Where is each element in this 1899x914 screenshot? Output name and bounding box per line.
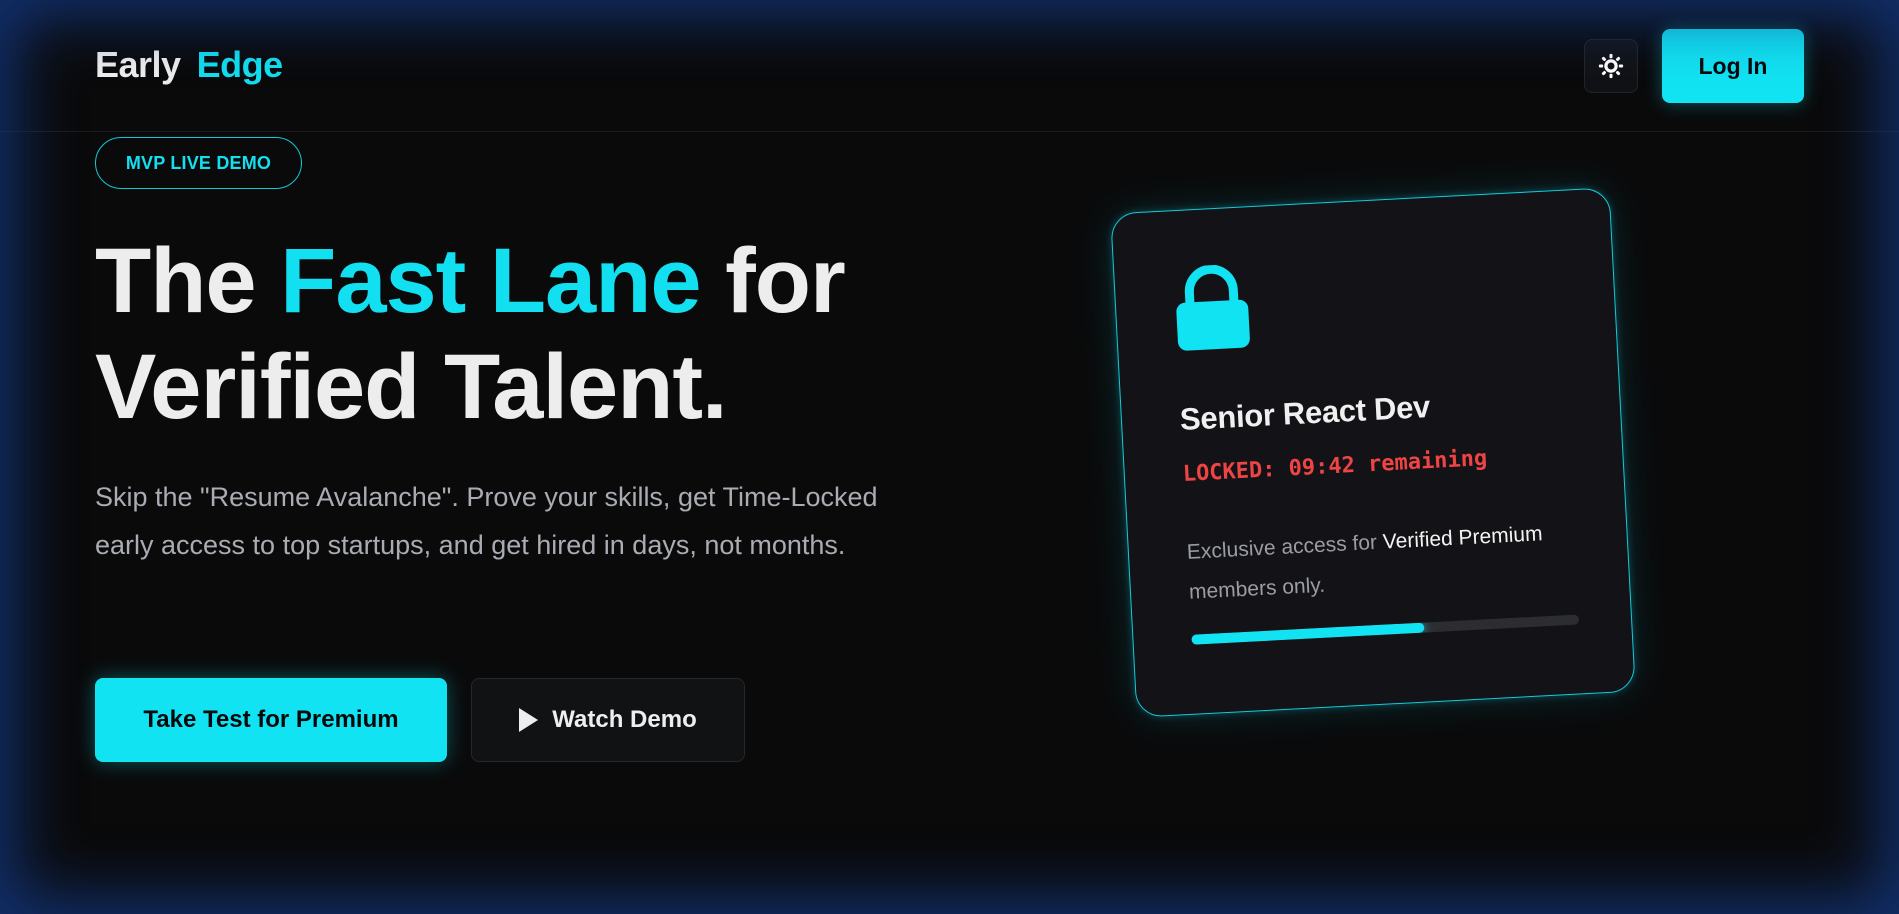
headline-line2: Verified Talent. [95, 336, 728, 438]
lock-progress-fill [1191, 622, 1425, 645]
desc-suffix: members only. [1188, 573, 1326, 604]
logo-word-early: Early [95, 44, 181, 85]
watch-demo-label: Watch Demo [552, 706, 697, 733]
desc-highlight: Verified Premium [1382, 522, 1544, 554]
sun-icon [1598, 53, 1624, 79]
job-card[interactable]: Senior React Dev LOCKED: 09:42 remaining… [1110, 187, 1636, 718]
hero-headline: The Fast Lane for Verified Talent. [95, 228, 846, 440]
take-test-button[interactable]: Take Test for Premium [95, 678, 447, 762]
status-badge: MVP LIVE DEMO [95, 137, 302, 189]
logo-word-edge: Edge [196, 44, 284, 85]
lock-countdown: LOCKED: 09:42 remaining [1182, 446, 1488, 487]
job-title: Senior React Dev [1179, 388, 1431, 438]
page: Early Edge Log In MVP LIVE DEMO The Fast… [0, 0, 1899, 914]
lock-icon [1176, 264, 1250, 351]
lock-progress-bar [1191, 614, 1580, 645]
play-icon [519, 708, 539, 732]
watch-demo-button[interactable]: Watch Demo [471, 678, 745, 762]
headline-accent: Fast Lane [280, 230, 701, 332]
logo[interactable]: Early Edge [95, 44, 283, 86]
login-button[interactable]: Log In [1662, 29, 1804, 103]
job-card-wrapper: Senior React Dev LOCKED: 09:42 remaining… [1110, 187, 1636, 718]
theme-toggle-button[interactable] [1584, 39, 1638, 93]
top-nav: Early Edge Log In [0, 0, 1899, 132]
headline-part1: The [95, 230, 281, 332]
card-description: Exclusive access for Verified Premium me… [1186, 511, 1600, 612]
hero-subtitle: Skip the "Resume Avalanche". Prove your … [95, 482, 878, 560]
headline-part2: for [700, 230, 846, 332]
desc-prefix: Exclusive access for [1186, 530, 1384, 564]
